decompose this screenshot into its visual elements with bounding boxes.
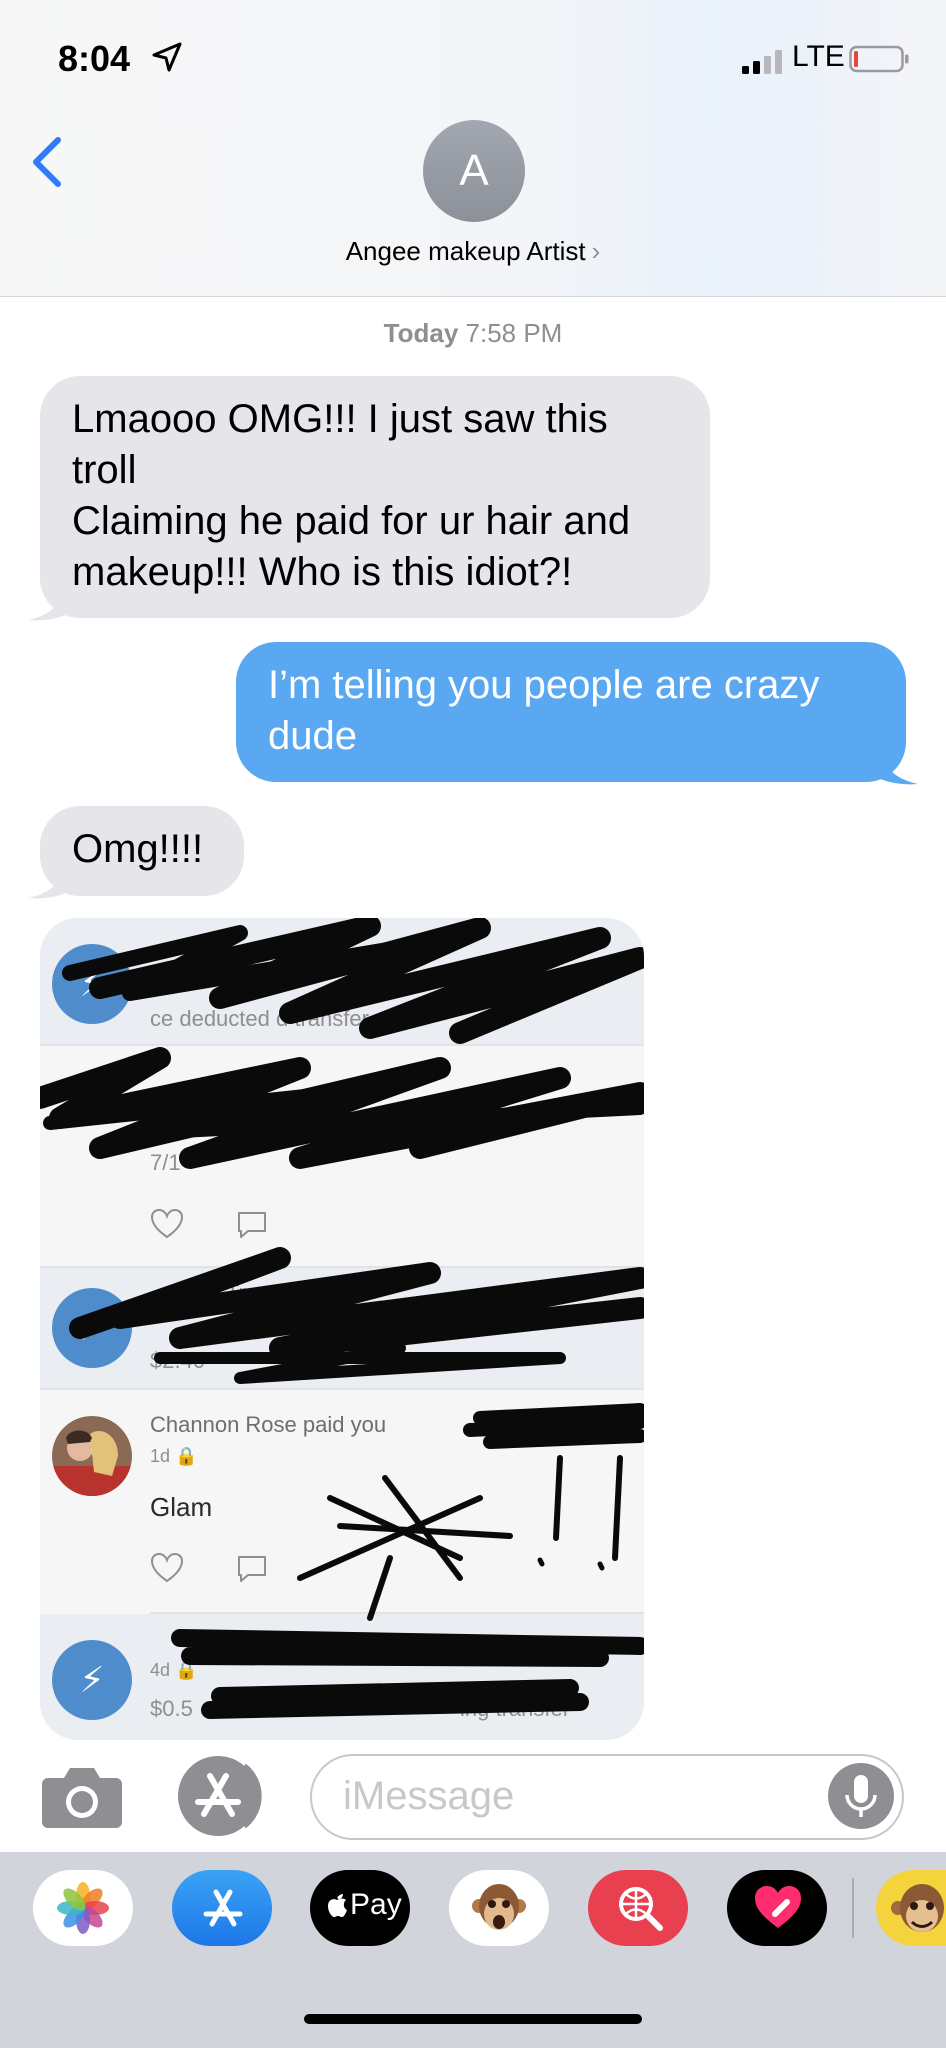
carrier-label: LTE [792, 40, 845, 73]
drawer-divider [852, 1878, 854, 1938]
microphone-icon[interactable] [828, 1763, 894, 1829]
memoji-app-icon[interactable] [876, 1870, 946, 1946]
apple-pay-label: Pay [350, 1888, 402, 1921]
cellular-signal-icon [742, 50, 782, 74]
message-line: Claiming he paid for ur hair and [72, 499, 631, 543]
timestamp-time: 7:58 PM [465, 318, 563, 348]
home-indicator[interactable] [304, 2014, 642, 2024]
message-line: Omg!!!! [72, 827, 204, 871]
photos-app-icon[interactable] [33, 1870, 133, 1946]
outgoing-message-bubble[interactable]: I’m telling you people are crazy dude [236, 642, 906, 782]
animoji-app-icon[interactable] [449, 1870, 549, 1946]
contact-avatar[interactable]: A [423, 120, 525, 222]
redaction-scribbles [40, 918, 644, 1719]
message-line: troll [72, 448, 137, 492]
digital-touch-app-icon[interactable] [727, 1870, 827, 1946]
incoming-message-bubble[interactable]: Lmaooo OMG!!! I just saw this troll Clai… [40, 376, 710, 618]
apple-pay-app-icon[interactable]: Pay [310, 1870, 410, 1946]
battery-icon [849, 45, 909, 73]
app-store-app-icon[interactable] [172, 1870, 272, 1946]
back-chevron-icon[interactable] [28, 132, 68, 192]
timestamp-day: Today [383, 318, 459, 348]
location-arrow-icon [152, 42, 182, 72]
incoming-message-bubble[interactable]: Omg!!!! [40, 806, 244, 896]
chevron-right-icon: › [591, 236, 601, 266]
web-search-app-icon[interactable] [588, 1870, 688, 1946]
contact-name[interactable]: Angee makeup Artist › [0, 236, 946, 267]
app-store-icon[interactable] [174, 1756, 270, 1836]
message-line: Lmaooo OMG!!! I just saw this [72, 397, 608, 441]
camera-icon[interactable] [40, 1764, 124, 1830]
contact-name-label: Angee makeup Artist [345, 236, 586, 266]
message-line: makeup!!! Who is this idiot?! [72, 550, 573, 594]
message-timestamp: Today 7:58 PM [0, 318, 946, 349]
message-input-placeholder: iMessage [343, 1774, 515, 1818]
message-line: dude [268, 714, 357, 758]
status-time: 8:04 [58, 38, 131, 79]
image-attachment[interactable]: ⚡ ce deducted d transfer 7/1 ⚡ Transfer … [40, 918, 644, 1740]
message-line: I’m telling you people are crazy [268, 663, 820, 707]
